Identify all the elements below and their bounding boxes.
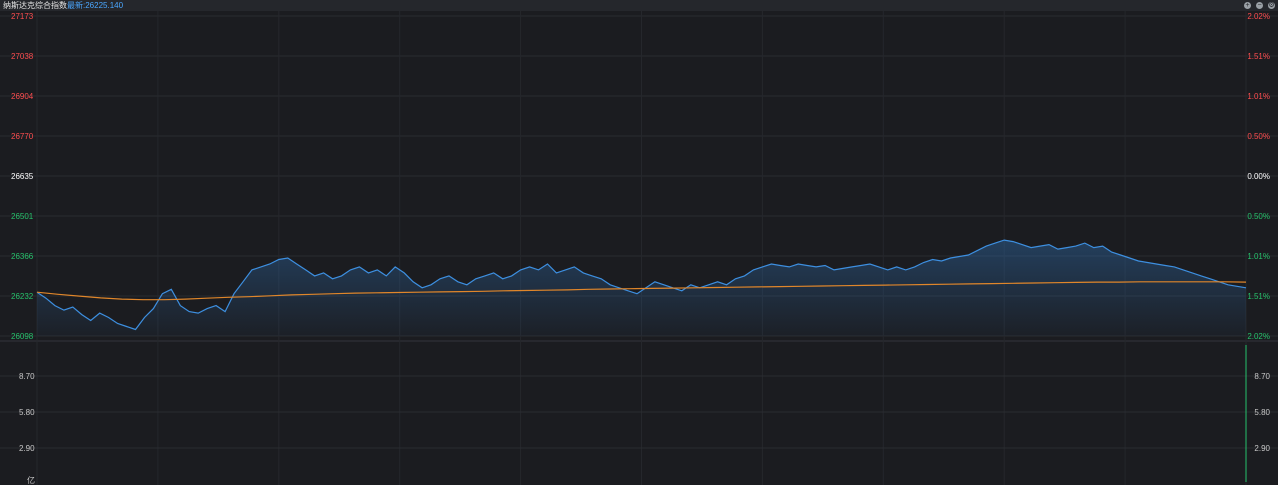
volume-tick-label: 2.90 [19,444,35,453]
percent-tick-label: 1.01% [1247,252,1270,261]
price-tick-label: 26501 [11,212,34,221]
price-tick-label: 27173 [11,12,34,21]
percent-tick-label: 1.51% [1247,52,1270,61]
chart-area[interactable] [0,0,1278,485]
volume-tick-label: 2.90 [1254,444,1270,453]
price-tick-label: 26366 [11,252,34,261]
percent-tick-label: 0.50% [1247,212,1270,221]
volume-tick-label: 8.70 [1254,372,1270,381]
percent-tick-label: 1.01% [1247,92,1270,101]
percent-tick-label: 0.50% [1247,132,1270,141]
price-tick-label: 26770 [11,132,34,141]
price-tick-label: 26232 [11,292,34,301]
percent-tick-label: 1.51% [1247,292,1270,301]
price-tick-label: 26635 [11,172,34,181]
volume-tick-label: 5.80 [1254,408,1270,417]
percent-tick-label: 0.00% [1247,172,1270,181]
volume-unit-label: 亿 [27,476,35,485]
volume-panel [0,341,1278,485]
price-tick-label: 27038 [11,52,34,61]
percent-tick-label: 2.02% [1247,12,1270,21]
percent-tick-label: 2.02% [1247,332,1270,341]
price-tick-label: 26098 [11,332,34,341]
volume-tick-label: 5.80 [19,408,35,417]
price-tick-label: 26904 [11,92,34,101]
volume-tick-label: 8.70 [19,372,35,381]
